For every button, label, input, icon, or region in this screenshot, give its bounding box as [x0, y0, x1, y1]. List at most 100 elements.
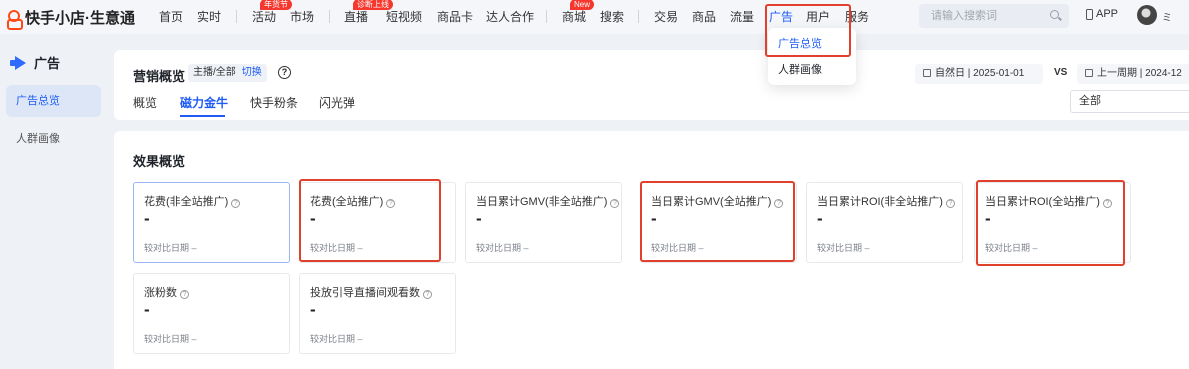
nav-divider [236, 10, 237, 23]
active-tab-indicator [180, 115, 225, 117]
tab-magnetic-bull[interactable]: 磁力金牛 [180, 94, 228, 111]
help-icon[interactable]: ? [945, 199, 955, 208]
metric-value: - [310, 209, 316, 228]
app-download-link[interactable]: APP [1086, 8, 1118, 20]
nav-mall-badge: New [570, 0, 595, 10]
sidebar-item-audience[interactable]: 人群画像 [6, 123, 101, 155]
metric-title: 当日累计ROI(全站推广)? [985, 193, 1112, 209]
nav-market[interactable]: 市场 [290, 8, 314, 25]
sidebar: 广告 广告总览 人群画像 [0, 34, 112, 369]
metric-compare: 较对比日期 – [651, 243, 704, 253]
compare-type: 上一周期 [1097, 68, 1137, 79]
help-icon[interactable]: ? [423, 290, 432, 299]
sidebar-title-label: 广告 [34, 56, 61, 71]
marketing-header-panel: 营销概览 主播/全部 切换 ? 概览 磁力金牛 快手粉条 闪光弹 自然日 | 20… [114, 50, 1189, 120]
nav-short-video[interactable]: 短视频 [386, 8, 422, 25]
menu-item-ad-overview[interactable]: 广告总览 [778, 35, 822, 51]
metric-compare: 较对比日期 – [144, 334, 197, 344]
search-icon[interactable] [1050, 10, 1059, 19]
nav-activity[interactable]: 活动 [252, 8, 276, 25]
metric-card-live-views[interactable]: 投放引导直播间观看数? - 较对比日期 – [299, 273, 456, 354]
calendar-icon [923, 69, 931, 77]
phone-icon [1086, 8, 1093, 20]
global-search [919, 4, 1069, 28]
date-type: 自然日 [935, 68, 965, 79]
nav-search[interactable]: 搜索 [600, 8, 624, 25]
avatar[interactable] [1137, 5, 1157, 25]
app-logo[interactable]: 快手小店·生意通 [7, 7, 135, 30]
nav-users[interactable]: 用户 [806, 8, 830, 25]
metric-card-gmv-non-site[interactable]: 当日累计GMV(非全站推广)? - 较对比日期 – [465, 182, 622, 263]
metric-value: - [144, 300, 150, 319]
nav-realtime[interactable]: 实时 [197, 8, 221, 25]
metric-value: - [476, 209, 482, 228]
role-label: 主播/全部 [193, 67, 236, 78]
sidebar-title: 广告 [10, 53, 60, 72]
date-value: 2025-01-01 [973, 68, 1025, 79]
section-title: 效果概览 [133, 154, 186, 169]
nav-product-card[interactable]: 商品卡 [437, 8, 473, 25]
help-icon[interactable]: ? [231, 199, 241, 208]
filter-select[interactable]: 全部 [1070, 90, 1189, 113]
metric-card-spend-non-site[interactable]: 花费(非全站推广)? - 较对比日期 – [133, 182, 290, 263]
metric-compare: 较对比日期 – [817, 243, 870, 253]
nav-trade[interactable]: 交易 [654, 8, 678, 25]
nav-divider [546, 10, 547, 23]
metric-card-gmv-site[interactable]: 当日累计GMV(全站推广)? - 较对比日期 – [640, 182, 797, 263]
tab-flash[interactable]: 闪光弹 [319, 94, 355, 111]
metric-title: 当日累计GMV(全站推广)? [651, 193, 784, 209]
metric-compare: 较对比日期 – [310, 334, 363, 344]
metric-title: 当日累计ROI(非全站推广)? [817, 193, 955, 209]
role-tag: 主播/全部 切换 [188, 64, 267, 82]
sidebar-item-ad-overview[interactable]: 广告总览 [6, 85, 101, 117]
metric-value: - [651, 209, 657, 228]
date-picker[interactable]: 自然日 | 2025-01-01 [915, 64, 1043, 84]
page-title: 营销概览 [133, 69, 186, 84]
help-icon[interactable]: ? [774, 199, 784, 208]
metric-compare: 较对比日期 – [144, 243, 197, 253]
metric-card-roi-site[interactable]: 当日累计ROI(全站推广)? - 较对比日期 – [974, 182, 1131, 263]
metric-card-new-fans[interactable]: 涨粉数? - 较对比日期 – [133, 273, 290, 354]
help-icon[interactable]: ? [180, 290, 189, 299]
compare-value: 2024-12 [1145, 68, 1182, 79]
top-navigation-bar: 快手小店·生意通 首页 实时 活动 年货节 市场 直播 诊断上线 短视频 商品卡… [0, 0, 1189, 34]
nav-service[interactable]: 服务 [845, 8, 869, 25]
user-name[interactable]: ミ [1162, 9, 1172, 24]
help-icon[interactable]: ? [278, 66, 291, 79]
help-icon[interactable]: ? [610, 199, 620, 208]
metric-compare: 较对比日期 – [476, 243, 529, 253]
nav-live[interactable]: 直播 [344, 8, 368, 25]
switch-role-link[interactable]: 切换 [242, 67, 262, 78]
nav-home[interactable]: 首页 [159, 8, 183, 25]
metric-title: 花费(全站推广)? [310, 193, 396, 209]
nav-traffic[interactable]: 流量 [730, 8, 754, 25]
metric-compare: 较对比日期 – [310, 243, 363, 253]
calendar-icon [1085, 69, 1093, 77]
metric-value: - [985, 209, 991, 228]
metric-title: 当日累计GMV(非全站推广)? [476, 193, 620, 209]
nav-mall[interactable]: 商城 [562, 8, 586, 25]
app-label: APP [1096, 8, 1119, 20]
nav-divider [638, 10, 639, 23]
metric-title: 花费(非全站推广)? [144, 193, 241, 209]
overview-panel: 效果概览 花费(非全站推广)? - 较对比日期 – 花费(全站推广)? - 较对… [114, 131, 1189, 369]
nav-influencer[interactable]: 达人合作 [486, 8, 534, 25]
metric-card-roi-non-site[interactable]: 当日累计ROI(非全站推广)? - 较对比日期 – [806, 182, 963, 263]
nav-divider [329, 10, 330, 23]
metric-value: - [817, 209, 823, 228]
metric-value: - [144, 209, 150, 228]
help-icon[interactable]: ? [386, 199, 396, 208]
help-icon[interactable]: ? [1102, 199, 1112, 208]
tab-fans-boost[interactable]: 快手粉条 [250, 94, 298, 111]
metric-compare: 较对比日期 – [985, 243, 1038, 253]
tab-overview[interactable]: 概览 [133, 94, 157, 111]
search-input[interactable] [931, 7, 1041, 25]
compare-date-picker[interactable]: 上一周期 | 2024-12 [1077, 64, 1189, 84]
ads-dropdown-menu: 广告总览 人群画像 [768, 28, 856, 85]
menu-item-audience[interactable]: 人群画像 [778, 61, 822, 77]
nav-goods[interactable]: 商品 [692, 8, 716, 25]
metric-card-spend-site[interactable]: 花费(全站推广)? - 较对比日期 – [299, 182, 456, 263]
nav-activity-badge: 年货节 [260, 0, 292, 10]
megaphone-icon [10, 56, 28, 70]
nav-ads[interactable]: 广告 [769, 8, 793, 25]
